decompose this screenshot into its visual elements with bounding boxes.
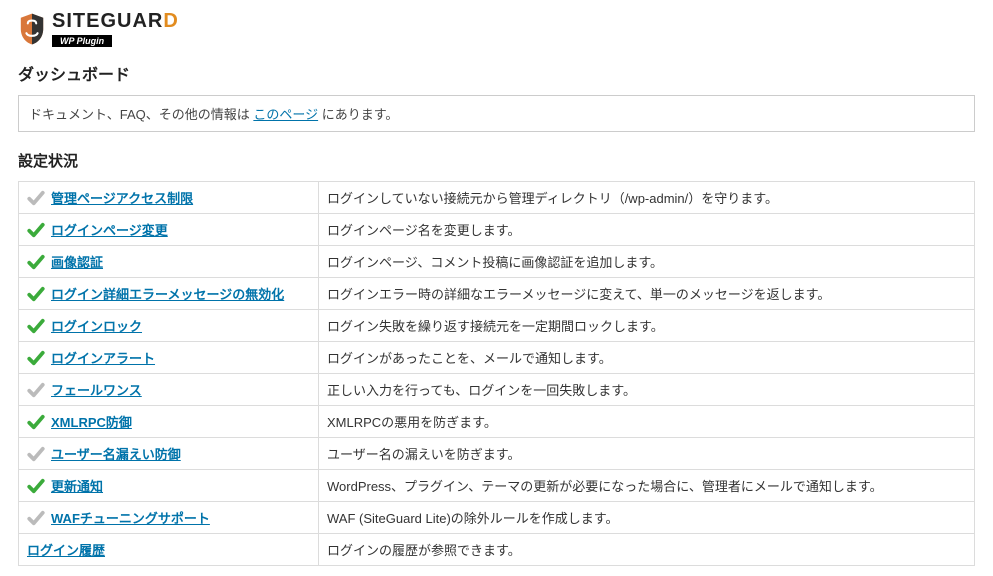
page-title: ダッシュボード (18, 61, 975, 85)
feature-link[interactable]: 更新通知 (51, 476, 103, 495)
feature-link[interactable]: XMLRPC防御 (51, 412, 132, 431)
feature-name-cell: フェールワンス (19, 374, 319, 406)
check-enabled-icon (27, 285, 45, 303)
check-disabled-icon (27, 509, 45, 527)
feature-name-cell: ログインアラート (19, 342, 319, 374)
table-row: ログインアラート ログインがあったことを、メールで通知します。 (19, 342, 975, 374)
feature-name-cell: ログインページ変更 (19, 214, 319, 246)
feature-description: ログインページ名を変更します。 (319, 214, 975, 246)
check-disabled-icon (27, 445, 45, 463)
feature-description: ログインページ、コメント投稿に画像認証を追加します。 (319, 246, 975, 278)
table-row: XMLRPC防御 XMLRPCの悪用を防ぎます。 (19, 406, 975, 438)
feature-name-cell: 管理ページアクセス制限 (19, 182, 319, 214)
check-enabled-icon (27, 221, 45, 239)
check-enabled-icon (27, 477, 45, 495)
feature-description: ログイン失敗を繰り返す接続元を一定期間ロックします。 (319, 310, 975, 342)
feature-description: ログインエラー時の詳細なエラーメッセージに変えて、単一のメッセージを返します。 (319, 278, 975, 310)
feature-name-cell: 更新通知 (19, 470, 319, 502)
feature-name-cell: 画像認証 (19, 246, 319, 278)
check-disabled-icon (27, 189, 45, 207)
shield-icon (18, 12, 46, 46)
brand-subtitle: WP Plugin (52, 35, 112, 47)
table-row: ログインページ変更 ログインページ名を変更します。 (19, 214, 975, 246)
table-row: ログインロック ログイン失敗を繰り返す接続元を一定期間ロックします。 (19, 310, 975, 342)
info-text-prefix: ドキュメント、FAQ、その他の情報は (29, 107, 253, 122)
feature-link[interactable]: ユーザー名漏えい防御 (51, 444, 181, 463)
feature-link[interactable]: ログインページ変更 (51, 220, 168, 239)
feature-name-cell: ログイン詳細エラーメッセージの無効化 (19, 278, 319, 310)
feature-link[interactable]: ログインロック (51, 316, 142, 335)
table-row: 管理ページアクセス制限 ログインしていない接続元から管理ディレクトリ（/wp-ad… (19, 182, 975, 214)
settings-table: 管理ページアクセス制限 ログインしていない接続元から管理ディレクトリ（/wp-ad… (18, 181, 975, 566)
feature-description: ログインがあったことを、メールで通知します。 (319, 342, 975, 374)
feature-link[interactable]: 管理ページアクセス制限 (51, 188, 193, 207)
check-enabled-icon (27, 413, 45, 431)
feature-link[interactable]: WAFチューニングサポート (51, 508, 210, 527)
feature-link[interactable]: 画像認証 (51, 252, 103, 271)
feature-description: ログインしていない接続元から管理ディレクトリ（/wp-admin/）を守ります。 (319, 182, 975, 214)
table-row: ログイン詳細エラーメッセージの無効化 ログインエラー時の詳細なエラーメッセージに変… (19, 278, 975, 310)
section-title: 設定状況 (18, 150, 975, 171)
brand-name: SITEGUARD (52, 10, 179, 33)
feature-link[interactable]: ログイン詳細エラーメッセージの無効化 (51, 284, 284, 303)
plugin-logo: SITEGUARD WP Plugin (18, 10, 975, 47)
feature-description: WAF (SiteGuard Lite)の除外ルールを作成します。 (319, 502, 975, 534)
table-row: 更新通知 WordPress、プラグイン、テーマの更新が必要になった場合に、管理者… (19, 470, 975, 502)
check-enabled-icon (27, 253, 45, 271)
table-row: ユーザー名漏えい防御 ユーザー名の漏えいを防ぎます。 (19, 438, 975, 470)
table-row: ログイン履歴 ログインの履歴が参照できます。 (19, 534, 975, 566)
feature-name-cell: ユーザー名漏えい防御 (19, 438, 319, 470)
feature-description: ユーザー名の漏えいを防ぎます。 (319, 438, 975, 470)
table-row: フェールワンス 正しい入力を行っても、ログインを一回失敗します。 (19, 374, 975, 406)
feature-link[interactable]: フェールワンス (51, 380, 142, 399)
feature-description: 正しい入力を行っても、ログインを一回失敗します。 (319, 374, 975, 406)
feature-description: XMLRPCの悪用を防ぎます。 (319, 406, 975, 438)
feature-description: ログインの履歴が参照できます。 (319, 534, 975, 566)
feature-link[interactable]: ログイン履歴 (27, 540, 105, 559)
check-enabled-icon (27, 349, 45, 367)
feature-name-cell: ログイン履歴 (19, 534, 319, 566)
feature-name-cell: WAFチューニングサポート (19, 502, 319, 534)
table-row: WAFチューニングサポート WAF (SiteGuard Lite)の除外ルールを… (19, 502, 975, 534)
feature-description: WordPress、プラグイン、テーマの更新が必要になった場合に、管理者にメール… (319, 470, 975, 502)
feature-name-cell: ログインロック (19, 310, 319, 342)
info-notice: ドキュメント、FAQ、その他の情報は このページ にあります。 (18, 95, 975, 132)
check-disabled-icon (27, 381, 45, 399)
info-link[interactable]: このページ (253, 107, 318, 122)
table-row: 画像認証 ログインページ、コメント投稿に画像認証を追加します。 (19, 246, 975, 278)
check-enabled-icon (27, 317, 45, 335)
info-text-suffix: にあります。 (318, 107, 398, 122)
feature-name-cell: XMLRPC防御 (19, 406, 319, 438)
feature-link[interactable]: ログインアラート (51, 348, 155, 367)
